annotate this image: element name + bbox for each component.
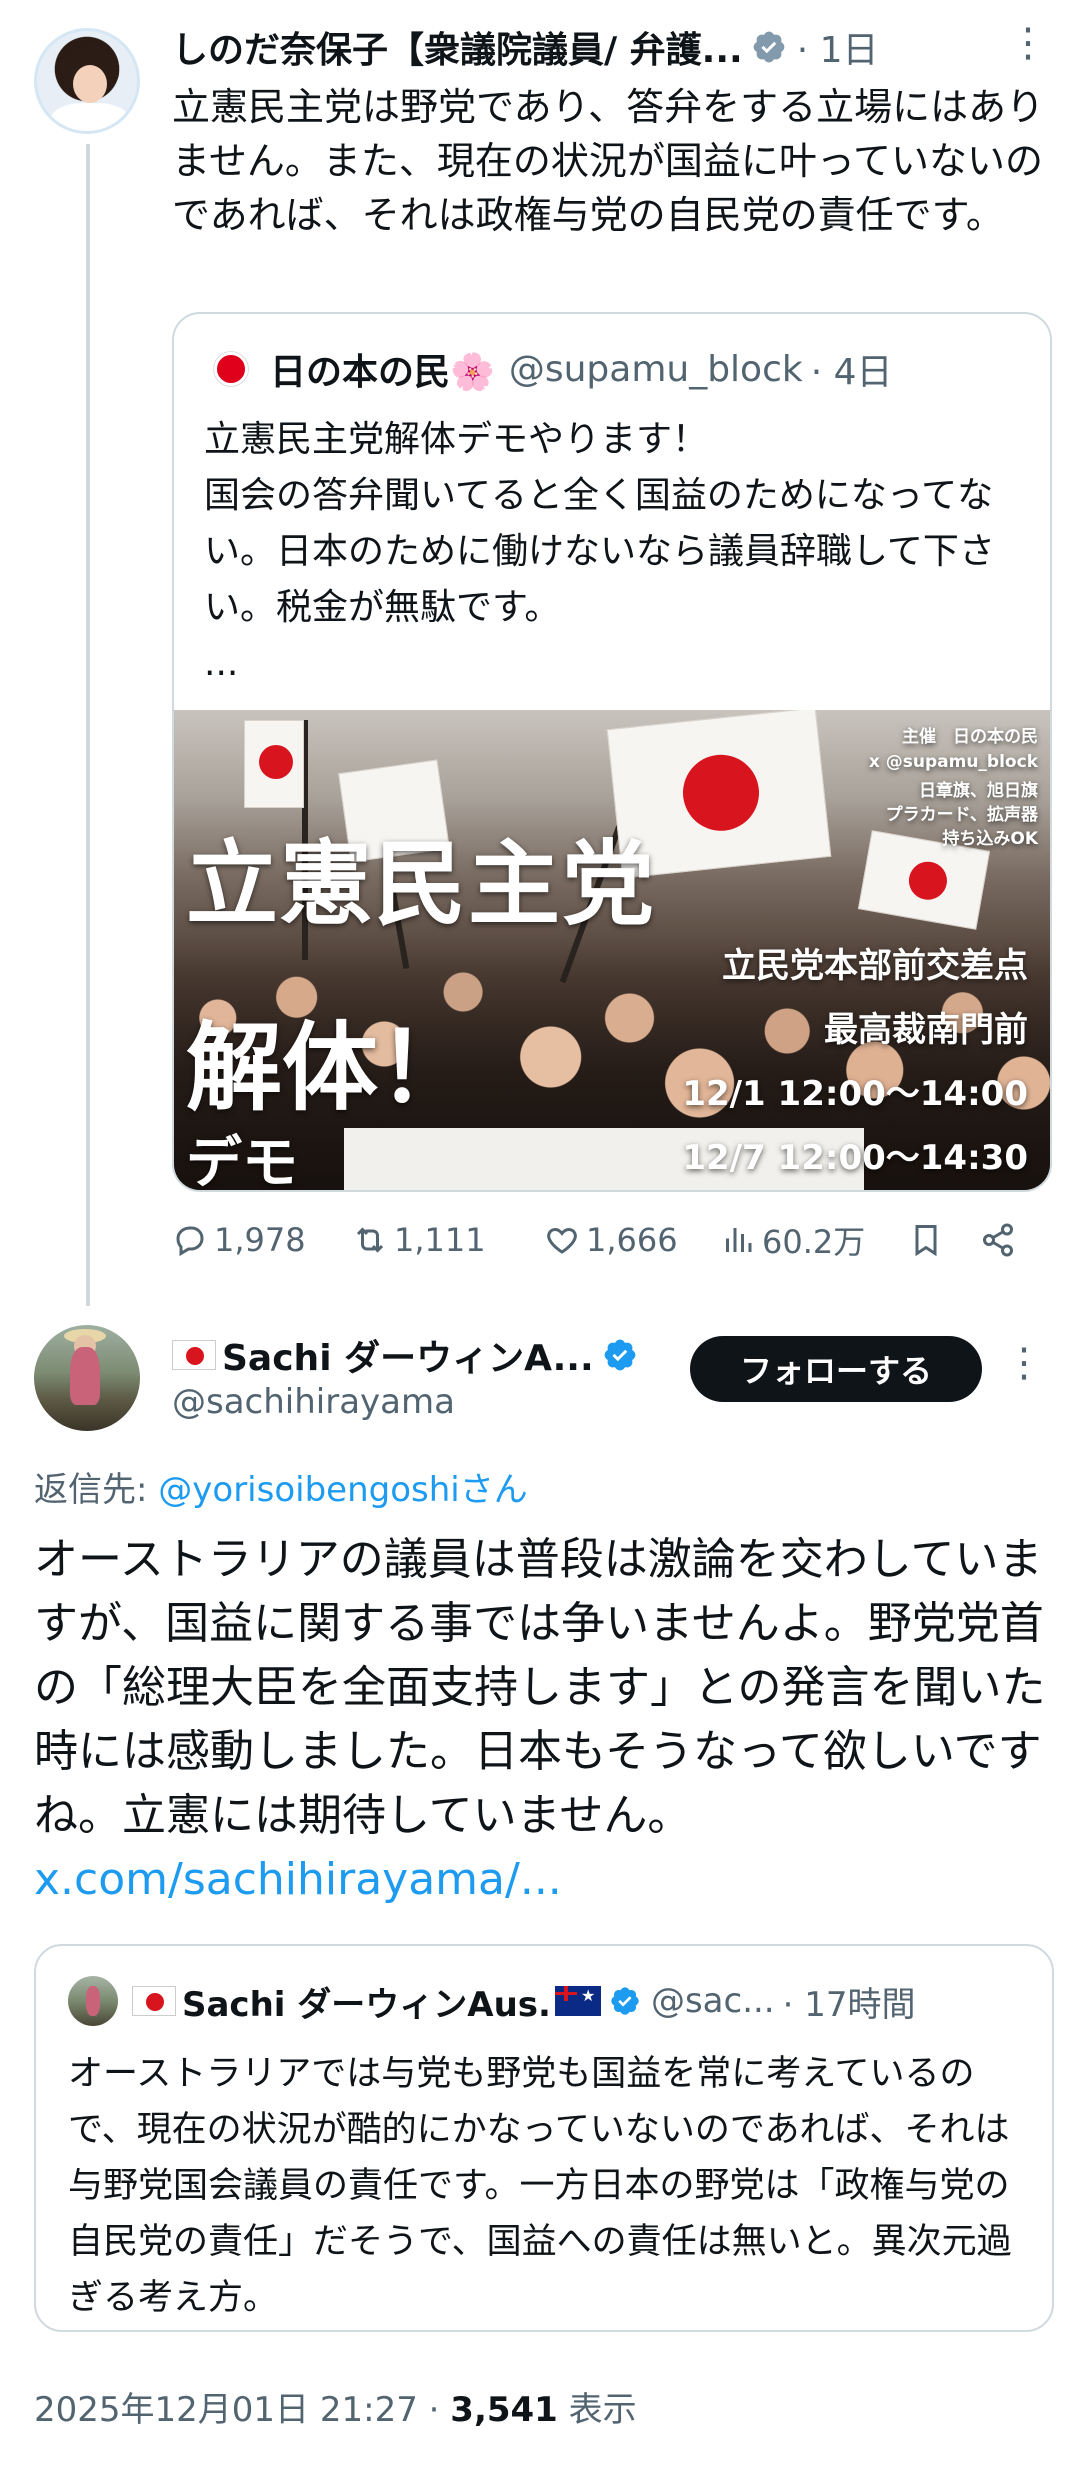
quoted-tweet-text: オーストラリアでは与党も野党も国益を常に考えているので、現在の状況が酷的にかなっ… bbox=[68, 2054, 1012, 2318]
tweet-text: 立憲民主党は野党であり、答弁をする立場にはありません。また、現在の状況が国益に叶… bbox=[172, 85, 1045, 237]
view-label: 表示 bbox=[557, 2390, 637, 2430]
flyer-headline-demo: デモ bbox=[186, 1131, 298, 1192]
reply-author-name[interactable]: Sachi ダーウィンA... bbox=[222, 1329, 594, 1381]
verified-badge-icon bbox=[604, 1339, 635, 1371]
author-avatar[interactable] bbox=[34, 28, 140, 134]
repost-count: 1,111 bbox=[394, 1221, 486, 1259]
japan-flag-icon bbox=[172, 1340, 216, 1370]
reply-body-link[interactable]: x.com/sachihirayama/... bbox=[34, 1854, 562, 1905]
reply-count: 1,978 bbox=[214, 1221, 306, 1259]
views-button[interactable]: 60.2万 bbox=[720, 1215, 865, 1265]
bookmark-icon bbox=[915, 1225, 937, 1257]
reply-author-name-row: Sachi ダーウィンA... bbox=[172, 1330, 638, 1380]
quoted-tweet[interactable]: 日の本の民🌸 @supamu_block · 4日 立憲民主党解体デモやります！… bbox=[172, 312, 1052, 1192]
quoted-author-avatar bbox=[214, 352, 248, 386]
reply-button[interactable]: 1,978 bbox=[172, 1215, 306, 1265]
reply-body-text: オーストラリアの議員は普段は激論を交わしていますが、国益に関する事では争いません… bbox=[34, 1534, 1046, 1841]
tweet-timestamp-views: 2025年12月01日 21:27 · 3,541 表示 bbox=[34, 2382, 637, 2431]
quoted-tweet-time: · 4日 bbox=[810, 352, 893, 393]
quoted-author-avatar bbox=[68, 1976, 118, 2026]
quoted-author-handle: @sac... bbox=[650, 1981, 775, 2021]
reply-author-handle[interactable]: @sachihirayama bbox=[172, 1382, 455, 1422]
quoted-author-handle: @supamu_block bbox=[508, 348, 803, 390]
flyer-place-1: 立民党本部前交差点 bbox=[722, 946, 1028, 986]
repost-icon bbox=[356, 1227, 384, 1253]
tweet-actions: 1,978 1,111 1,666 60.2万 bbox=[172, 1215, 1052, 1265]
flyer-organizer: 主催 日の本の民 bbox=[902, 727, 1038, 747]
author-name[interactable]: しのだ奈保子【衆議院議員/ 弁護... bbox=[172, 21, 743, 73]
like-count: 1,666 bbox=[586, 1221, 678, 1259]
quoted-tweet-text: 立憲民主党解体デモやります！ 国会の答弁聞いてると全く国益のためになってない。日… bbox=[204, 419, 995, 684]
more-options-icon[interactable]: ⋮ bbox=[1008, 20, 1048, 66]
views-count: 60.2万 bbox=[762, 1223, 866, 1261]
more-options-icon[interactable]: ⋮ bbox=[1004, 1340, 1044, 1386]
repost-button[interactable]: 1,111 bbox=[352, 1215, 486, 1265]
quoted-tweet-header: Sachi ダーウィンAus. @sac... · 17時間 bbox=[132, 1974, 916, 2028]
follow-button[interactable]: フォローする bbox=[690, 1336, 982, 1402]
quoted-tweet-time: · 17時間 bbox=[782, 1984, 916, 2025]
bookmark-button[interactable] bbox=[908, 1215, 950, 1265]
japan-flag-icon bbox=[132, 1986, 176, 2016]
flyer-bring: 持ち込みOK bbox=[942, 829, 1038, 849]
quoted-author-name: 日の本の民🌸 bbox=[270, 352, 495, 393]
flyer-place-2: 最高裁南門前 bbox=[824, 1010, 1028, 1050]
flyer-date-2: 12/7 12:00～14:30 bbox=[682, 1138, 1028, 1178]
flyer-headline-dissolve: 解体！ bbox=[186, 1012, 474, 1124]
verified-badge-icon bbox=[753, 31, 785, 63]
tweet-time[interactable]: · 1日 bbox=[797, 21, 879, 73]
tweet-timestamp[interactable]: 2025年12月01日 21:27 · bbox=[34, 2390, 450, 2430]
thread-line bbox=[86, 144, 90, 1306]
reply-to-line: 返信先: @yorisoibengoshiさん bbox=[34, 1462, 528, 1511]
demo-flyer-image[interactable]: 主催 日の本の民 x @supamu_block 日章旗、旭日旗 プラカード、拡… bbox=[174, 710, 1050, 1192]
like-button[interactable]: 1,666 bbox=[544, 1215, 678, 1265]
tweet-header: しのだ奈保子【衆議院議員/ 弁護... · 1日 bbox=[172, 22, 1052, 72]
share-icon bbox=[983, 1223, 1013, 1257]
reply-to-prefix: 返信先: bbox=[34, 1470, 159, 1510]
share-button[interactable] bbox=[980, 1215, 1022, 1265]
like-icon bbox=[547, 1227, 577, 1254]
reply-icon bbox=[176, 1226, 204, 1257]
flyer-flags: 日章旗、旭日旗 bbox=[919, 781, 1038, 801]
verified-badge-icon bbox=[611, 1987, 639, 2015]
flyer-headline-party: 立憲民主党 bbox=[186, 831, 657, 938]
reply-to-user-link[interactable]: @yorisoibengoshiさん bbox=[158, 1470, 527, 1510]
flyer-x-handle: x @supamu_block bbox=[868, 752, 1038, 772]
reply-tweet-text: オーストラリアの議員は普段は激論を交わしていますが、国益に関する事では争いません… bbox=[34, 1528, 1054, 1912]
view-count: 3,541 bbox=[450, 2390, 558, 2430]
quoted-author-name: Sachi ダーウィンAus. bbox=[182, 1984, 551, 2025]
flyer-date-1: 12/1 12:00～14:00 bbox=[682, 1074, 1028, 1114]
quoted-tweet-header: 日の本の民🌸 @supamu_block · 4日 bbox=[214, 344, 893, 394]
views-icon bbox=[726, 1228, 752, 1252]
quoted-tweet-2[interactable]: Sachi ダーウィンAus. @sac... · 17時間 オーストラリアでは… bbox=[34, 1944, 1054, 2332]
reply-author-avatar[interactable] bbox=[34, 1325, 140, 1431]
australia-flag-icon bbox=[554, 1986, 601, 2016]
flyer-items: プラカード、拡声器 bbox=[885, 805, 1038, 825]
